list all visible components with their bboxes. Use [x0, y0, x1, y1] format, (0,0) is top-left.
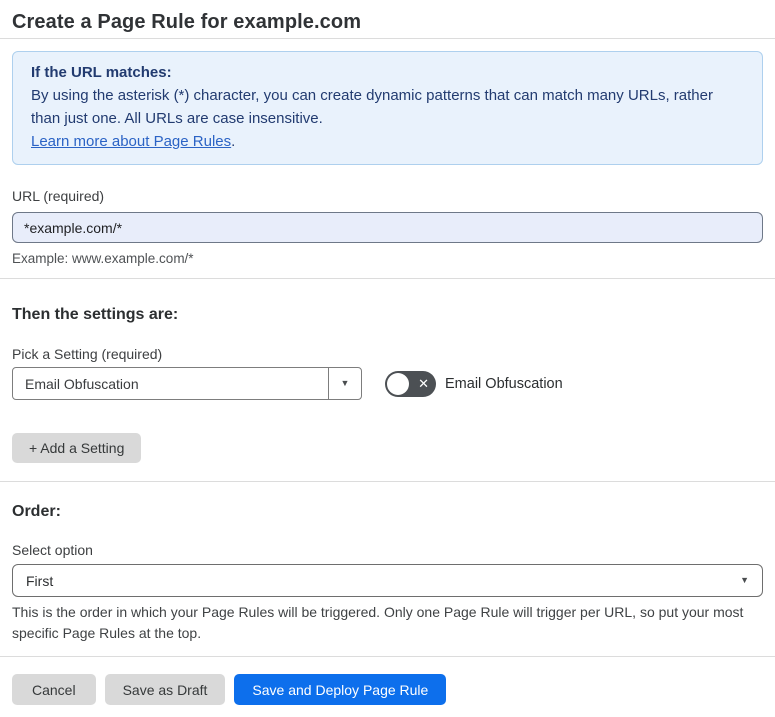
link-suffix: .: [231, 133, 236, 150]
setting-select[interactable]: Email Obfuscation ▼: [12, 367, 362, 400]
cancel-button[interactable]: Cancel: [12, 674, 96, 705]
chevron-down-icon: ▼: [740, 575, 749, 585]
setting-row: Email Obfuscation ▼ ✕ Email Obfuscation: [12, 367, 763, 400]
info-box-heading: If the URL matches:: [31, 64, 172, 81]
divider: [0, 481, 775, 482]
order-select-value: First: [26, 572, 54, 589]
divider: [0, 278, 775, 279]
save-and-deploy-button[interactable]: Save and Deploy Page Rule: [234, 674, 447, 705]
email-obfuscation-toggle[interactable]: ✕: [385, 370, 436, 397]
url-example-text: Example: www.example.com/*: [12, 251, 194, 266]
select-option-label: Select option: [12, 542, 93, 558]
toggle-off-x-icon: ✕: [418, 375, 429, 391]
page-title: Create a Page Rule for example.com: [12, 11, 362, 33]
toggle-label: Email Obfuscation: [445, 375, 563, 392]
order-section-heading: Order:: [12, 503, 61, 520]
url-field-label: URL (required): [12, 188, 105, 204]
info-box-body: By using the asterisk (*) character, you…: [31, 87, 713, 127]
add-setting-button[interactable]: + Add a Setting: [12, 433, 142, 463]
settings-section-heading: Then the settings are:: [12, 306, 179, 323]
learn-more-link[interactable]: Learn more about Page Rules: [31, 133, 231, 150]
url-match-info-box: If the URL matches: By using the asteris…: [12, 51, 763, 165]
divider: [0, 656, 775, 657]
toggle-knob: [387, 372, 409, 395]
setting-select-arrow-button[interactable]: ▼: [328, 368, 361, 399]
footer-actions: Cancel Save as Draft Save and Deploy Pag…: [12, 674, 763, 705]
order-help-text: This is the order in which your Page Rul…: [12, 604, 744, 641]
chevron-down-icon: ▼: [340, 378, 350, 388]
save-as-draft-button[interactable]: Save as Draft: [104, 674, 226, 705]
pick-setting-label: Pick a Setting (required): [12, 346, 163, 362]
setting-select-value: Email Obfuscation: [25, 375, 139, 392]
info-box-link-line: Learn more about Page Rules.: [31, 130, 744, 153]
url-input[interactable]: [12, 212, 763, 243]
order-select[interactable]: First ▼: [12, 564, 763, 597]
divider: [0, 38, 775, 39]
